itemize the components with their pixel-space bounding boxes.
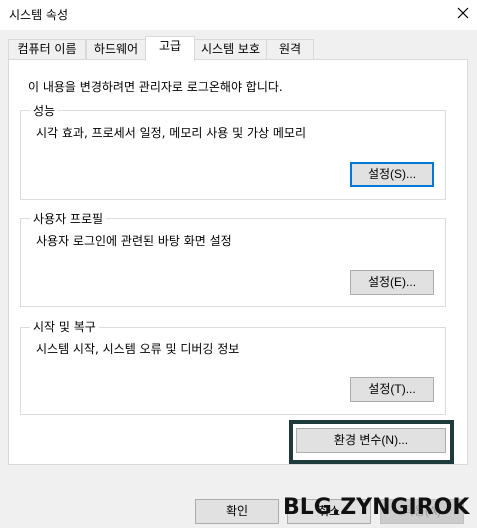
ok-button[interactable]: 확인 bbox=[195, 499, 279, 524]
startup-recovery-description: 시스템 시작, 시스템 오류 및 디버깅 정보 bbox=[36, 342, 240, 356]
user-profile-description: 사용자 로그인에 관련된 바탕 화면 설정 bbox=[36, 234, 232, 248]
tab-label: 시스템 보호 bbox=[200, 42, 260, 56]
group-startup-recovery-title: 시작 및 복구 bbox=[30, 318, 99, 335]
group-performance-title: 성능 bbox=[30, 102, 59, 119]
environment-variables-button[interactable]: 환경 변수(N)... bbox=[296, 428, 446, 453]
tab-system-protection[interactable]: 시스템 보호 bbox=[194, 39, 267, 59]
tab-label: 하드웨어 bbox=[93, 42, 139, 56]
group-user-profile-title: 사용자 프로필 bbox=[30, 210, 107, 227]
admin-notice: 이 내용을 변경하려면 관리자로 로그온해야 합니다. bbox=[28, 80, 283, 94]
tab-hardware[interactable]: 하드웨어 bbox=[86, 39, 146, 59]
performance-settings-button[interactable]: 설정(S)... bbox=[350, 162, 434, 187]
tab-computer-name[interactable]: 컴퓨터 이름 bbox=[8, 39, 86, 59]
startup-recovery-settings-button[interactable]: 설정(T)... bbox=[350, 377, 434, 402]
watermark-text: BLG.ZYNGIROK bbox=[283, 495, 470, 520]
close-button[interactable] bbox=[449, 0, 477, 28]
tab-label: 원격 bbox=[278, 42, 302, 56]
title-bar bbox=[0, 0, 477, 30]
tab-remote[interactable]: 원격 bbox=[266, 39, 314, 59]
tab-advanced[interactable]: 고급 bbox=[145, 36, 195, 61]
window-title: 시스템 속성 bbox=[9, 8, 69, 22]
performance-description: 시각 효과, 프로세서 일정, 메모리 사용 및 가상 메모리 bbox=[36, 126, 306, 140]
user-profile-settings-button[interactable]: 설정(E)... bbox=[350, 270, 434, 295]
tab-label: 컴퓨터 이름 bbox=[17, 42, 77, 56]
close-icon bbox=[457, 7, 469, 19]
tab-label: 고급 bbox=[158, 39, 182, 53]
